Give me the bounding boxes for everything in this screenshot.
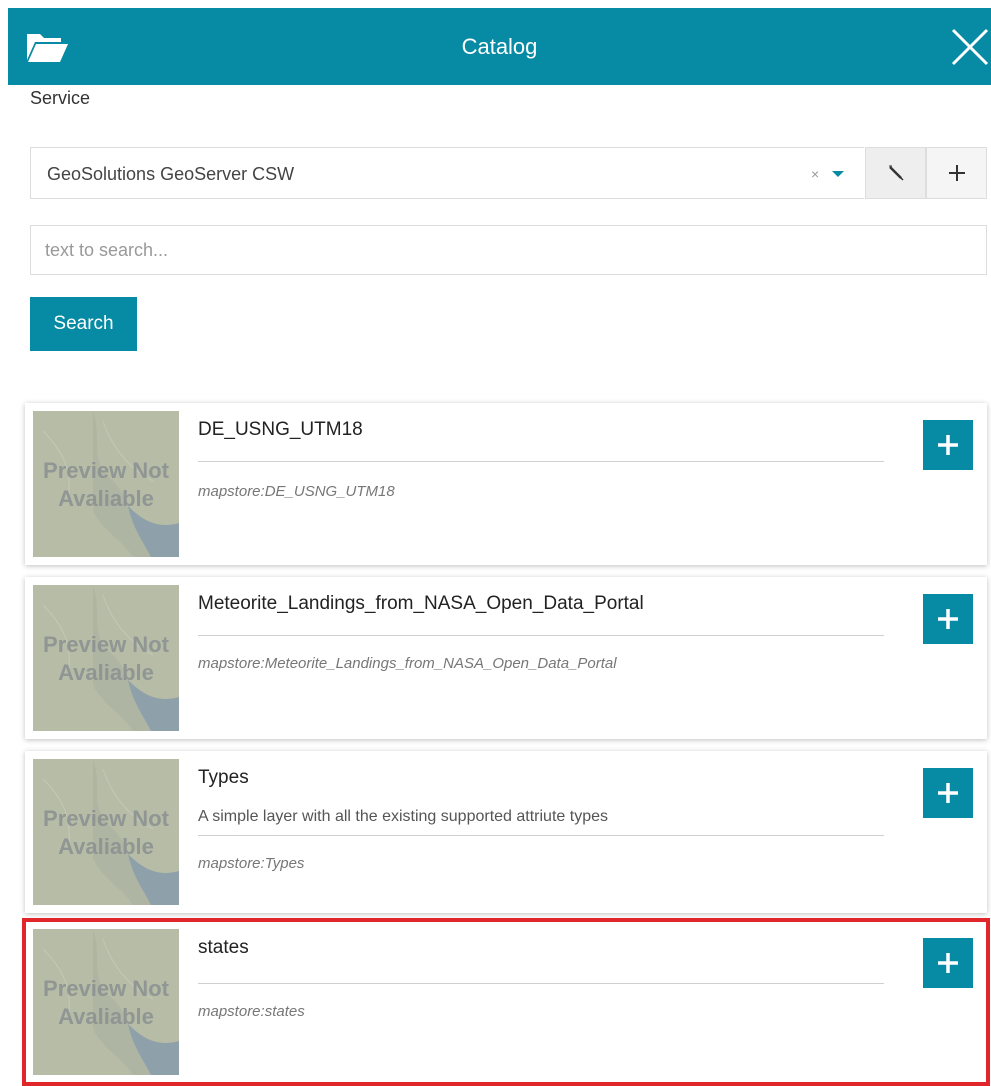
record-reference: mapstore:Meteorite_Landings_from_NASA_Op… — [198, 655, 617, 672]
preview-thumbnail: Preview Not Avaliable — [33, 929, 179, 1075]
close-icon[interactable] — [949, 26, 991, 68]
preview-not-available-text: Preview Not Avaliable — [43, 976, 169, 1029]
search-input[interactable] — [30, 225, 987, 275]
add-service-button[interactable] — [926, 147, 987, 199]
plus-icon — [938, 953, 958, 973]
preview-not-available-text: Preview Not Avaliable — [43, 806, 169, 859]
catalog-header: Catalog — [8, 8, 991, 85]
record-card: Preview Not Avaliable DE_USNG_UTM18 mapst… — [25, 403, 987, 565]
divider — [198, 461, 884, 462]
service-select-value: GeoSolutions GeoServer CSW — [47, 164, 295, 184]
preview-not-available-text: Preview Not Avaliable — [43, 458, 169, 511]
record-reference: mapstore:Types — [198, 855, 305, 872]
preview-thumbnail: Preview Not Avaliable — [33, 411, 179, 557]
add-layer-button[interactable] — [923, 420, 973, 470]
record-reference: mapstore:DE_USNG_UTM18 — [198, 483, 395, 500]
record-card: Preview Not Avaliable Meteorite_Landings_… — [25, 577, 987, 739]
service-select[interactable]: GeoSolutions GeoServer CSW × — [30, 147, 864, 199]
pencil-icon — [888, 165, 904, 181]
record-title: DE_USNG_UTM18 — [198, 419, 363, 440]
preview-not-available-text: Preview Not Avaliable — [43, 632, 169, 685]
service-label: Service — [30, 88, 91, 108]
search-button[interactable]: Search — [30, 297, 137, 351]
add-layer-button[interactable] — [923, 768, 973, 818]
chevron-down-icon[interactable] — [831, 169, 845, 179]
edit-service-button[interactable] — [865, 147, 926, 199]
plus-icon — [948, 165, 965, 181]
record-description: A simple layer with all the existing sup… — [198, 808, 608, 825]
record-title: states — [198, 937, 249, 958]
clear-selection-icon[interactable]: × — [811, 148, 819, 200]
record-title: Types — [198, 767, 249, 788]
record-card-selected: Preview Not Avaliable states mapstore:sta… — [22, 918, 990, 1086]
divider — [198, 983, 884, 984]
plus-icon — [938, 435, 958, 455]
record-title: Meteorite_Landings_from_NASA_Open_Data_P… — [198, 593, 644, 614]
plus-icon — [938, 609, 958, 629]
record-card: Preview Not Avaliable Types A simple laye… — [25, 751, 987, 913]
add-layer-button[interactable] — [923, 594, 973, 644]
divider — [198, 635, 884, 636]
panel-title: Catalog — [461, 34, 538, 59]
add-layer-button[interactable] — [923, 938, 973, 988]
preview-thumbnail: Preview Not Avaliable — [33, 585, 179, 731]
divider — [198, 835, 884, 836]
record-reference: mapstore:states — [198, 1003, 305, 1020]
plus-icon — [938, 783, 958, 803]
preview-thumbnail: Preview Not Avaliable — [33, 759, 179, 905]
